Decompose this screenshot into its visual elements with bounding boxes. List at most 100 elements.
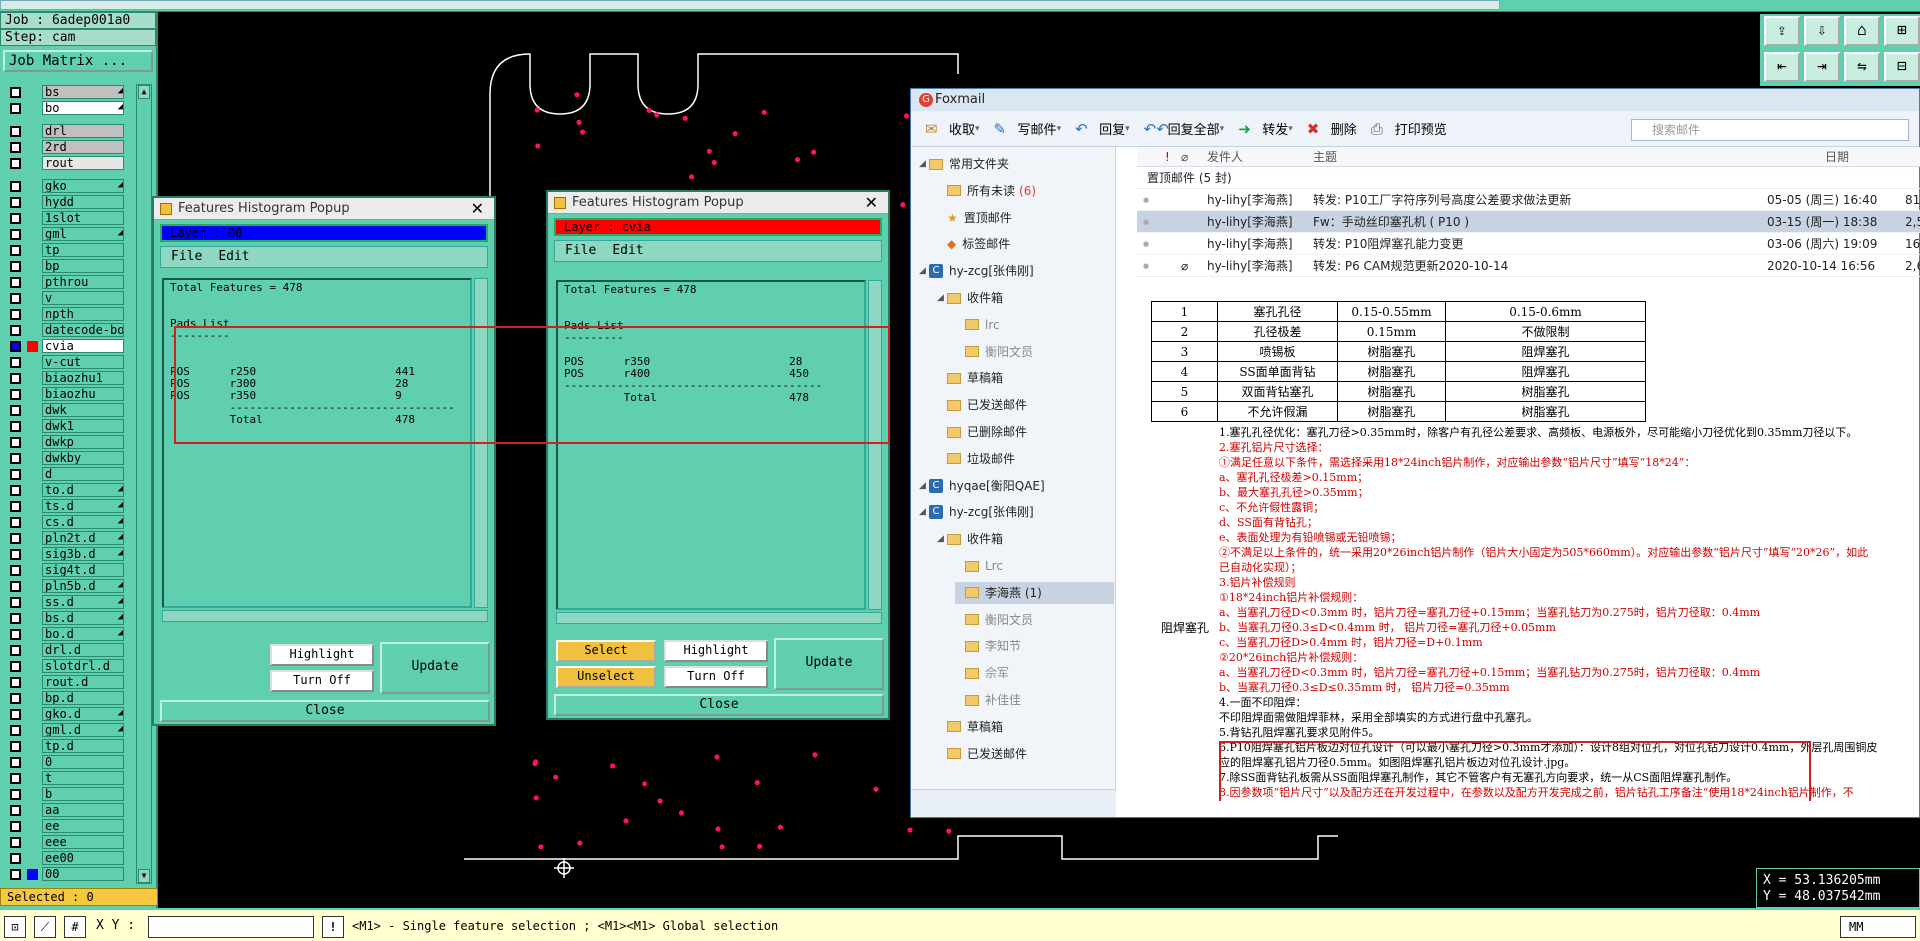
layer-checkbox[interactable] bbox=[10, 308, 21, 320]
menu-edit[interactable]: Edit bbox=[612, 243, 643, 258]
layer-row[interactable]: v bbox=[4, 290, 124, 306]
layer-name[interactable]: t bbox=[42, 771, 124, 785]
layer-row[interactable]: sig4t.d bbox=[4, 562, 124, 578]
layer-name[interactable]: bo.d ◢ bbox=[42, 627, 124, 641]
layer-color-swatch[interactable] bbox=[27, 421, 38, 432]
layer-row[interactable]: b bbox=[4, 786, 124, 802]
layer-checkbox[interactable] bbox=[10, 276, 21, 288]
pad-mark[interactable] bbox=[654, 112, 660, 118]
layer-checkbox[interactable] bbox=[10, 292, 21, 304]
sidebar-item[interactable]: ◢ Chy-zcg[张伟刚] bbox=[919, 501, 1034, 523]
layer-row[interactable]: bs.d ◢ bbox=[4, 610, 124, 626]
layer-row[interactable]: aa bbox=[4, 802, 124, 818]
layer-row[interactable]: ss.d ◢ bbox=[4, 594, 124, 610]
popup-title-bar[interactable]: Features Histogram Popup ✕ bbox=[548, 192, 888, 214]
layer-name[interactable]: 0 bbox=[42, 755, 124, 769]
layer-checkbox[interactable] bbox=[10, 468, 21, 480]
close-icon[interactable]: ✕ bbox=[471, 198, 484, 220]
layer-name[interactable]: biaozhu bbox=[42, 387, 124, 401]
layer-checkbox[interactable] bbox=[10, 852, 21, 864]
layer-row[interactable]: eee bbox=[4, 834, 124, 850]
pad-mark[interactable] bbox=[732, 131, 738, 137]
layer-row[interactable]: dwkby bbox=[4, 450, 124, 466]
import-down-icon[interactable]: ⇩ bbox=[1804, 16, 1840, 46]
split-view-icon[interactable]: ⊟ bbox=[1884, 52, 1920, 82]
layer-checkbox[interactable] bbox=[10, 660, 21, 672]
layer-checkbox[interactable] bbox=[10, 180, 21, 192]
layer-row[interactable]: bp.d bbox=[4, 690, 124, 706]
popup-title-bar[interactable]: Features Histogram Popup ✕ bbox=[154, 198, 494, 220]
layer-row[interactable]: d bbox=[4, 466, 124, 482]
pad-mark[interactable] bbox=[642, 781, 648, 787]
layer-color-swatch[interactable] bbox=[27, 261, 38, 272]
layer-checkbox[interactable] bbox=[10, 788, 21, 800]
foxmail-title-bar[interactable]: G Foxmail bbox=[911, 89, 1919, 111]
sidebar-item[interactable]: 李知节 bbox=[955, 635, 1021, 657]
layer-row[interactable]: 00 bbox=[4, 866, 124, 882]
layer-color-swatch[interactable] bbox=[27, 293, 38, 304]
pad-mark[interactable] bbox=[719, 844, 725, 850]
scroll-down-icon[interactable]: ▼ bbox=[138, 869, 150, 883]
sidebar-item[interactable]: 佘军 bbox=[955, 662, 1009, 684]
layer-name[interactable]: drl.d bbox=[42, 643, 124, 657]
layer-row[interactable]: cs.d ◢ bbox=[4, 514, 124, 530]
layer-row[interactable]: dwkp bbox=[4, 434, 124, 450]
sidebar-item[interactable]: ◢ 收件箱 bbox=[937, 287, 1003, 309]
layer-name[interactable]: gko.d ◢ bbox=[42, 707, 124, 721]
layer-color-swatch[interactable] bbox=[27, 213, 38, 224]
mail-row[interactable]: ● ⌀ hy-lihy[李海燕] 转发: P6 CAM规范更新2020-10-14 20… bbox=[1137, 255, 1920, 277]
sidebar-item[interactable]: 已发送邮件 bbox=[937, 394, 1027, 416]
sidebar-item[interactable]: ◢ Chy-zcg[张伟刚] bbox=[919, 260, 1034, 282]
update-button[interactable]: Update bbox=[380, 642, 490, 694]
layer-checkbox[interactable] bbox=[10, 532, 21, 544]
layer-checkbox[interactable] bbox=[10, 125, 21, 137]
pad-mark[interactable] bbox=[538, 844, 544, 850]
layer-checkbox[interactable] bbox=[10, 820, 21, 832]
layer-checkbox[interactable] bbox=[10, 157, 21, 169]
expand-icon[interactable]: ◢ bbox=[937, 287, 947, 309]
grid-icon[interactable]: # bbox=[64, 916, 86, 938]
pad-mark[interactable] bbox=[689, 174, 695, 180]
layer-name[interactable]: 2rd bbox=[42, 140, 124, 154]
layer-color-swatch[interactable] bbox=[27, 325, 38, 336]
layer-color-swatch[interactable] bbox=[27, 181, 38, 192]
layer-row[interactable]: biaozhu1 bbox=[4, 370, 124, 386]
pad-mark[interactable] bbox=[576, 119, 582, 125]
layer-row[interactable]: tp bbox=[4, 242, 124, 258]
layer-scrollbar[interactable]: ▲ ▼ bbox=[136, 84, 152, 884]
toolbar-item-2[interactable]: ↶ 回复 ▾ bbox=[1075, 119, 1130, 139]
layer-row[interactable]: sig3b.d ◢ bbox=[4, 546, 124, 562]
layer-color-swatch[interactable] bbox=[27, 373, 38, 384]
layer-checkbox[interactable] bbox=[10, 836, 21, 848]
layer-checkbox[interactable] bbox=[10, 708, 21, 720]
layer-name[interactable]: ts.d ◢ bbox=[42, 499, 124, 513]
sidebar-item[interactable]: 衡阳文员 bbox=[955, 341, 1033, 363]
layer-name[interactable]: b bbox=[42, 787, 124, 801]
layer-color-swatch[interactable] bbox=[27, 853, 38, 864]
sidebar-item[interactable]: 衡阳文员 bbox=[955, 609, 1033, 631]
turn-off-button[interactable]: Turn Off bbox=[270, 670, 374, 692]
layer-color-swatch[interactable] bbox=[27, 597, 38, 608]
layer-checkbox[interactable] bbox=[10, 596, 21, 608]
read-status-icon[interactable]: ● bbox=[1143, 189, 1149, 211]
move-right-icon[interactable]: ⇥ bbox=[1804, 52, 1840, 82]
layer-color-swatch[interactable] bbox=[27, 709, 38, 720]
layer-row[interactable]: 1slot bbox=[4, 210, 124, 226]
pad-mark[interactable] bbox=[535, 143, 541, 149]
pad-mark[interactable] bbox=[577, 840, 583, 846]
pad-mark[interactable] bbox=[682, 115, 688, 121]
layer-name[interactable]: ss.d ◢ bbox=[42, 595, 124, 609]
layer-checkbox[interactable] bbox=[10, 516, 21, 528]
layer-checkbox[interactable] bbox=[10, 388, 21, 400]
layer-color-swatch[interactable] bbox=[27, 142, 38, 153]
layer-checkbox[interactable] bbox=[10, 500, 21, 512]
layer-row[interactable]: to.d ◢ bbox=[4, 482, 124, 498]
layer-color-swatch[interactable] bbox=[27, 613, 38, 624]
layer-checkbox[interactable] bbox=[10, 804, 21, 816]
layer-row[interactable]: gko.d ◢ bbox=[4, 706, 124, 722]
header-date[interactable]: 日期 bbox=[1825, 147, 1849, 167]
layer-name[interactable]: cs.d ◢ bbox=[42, 515, 124, 529]
layer-color-swatch[interactable] bbox=[27, 357, 38, 368]
chevron-down-icon[interactable]: ▾ bbox=[1125, 124, 1130, 134]
layer-color-swatch[interactable] bbox=[27, 868, 38, 880]
